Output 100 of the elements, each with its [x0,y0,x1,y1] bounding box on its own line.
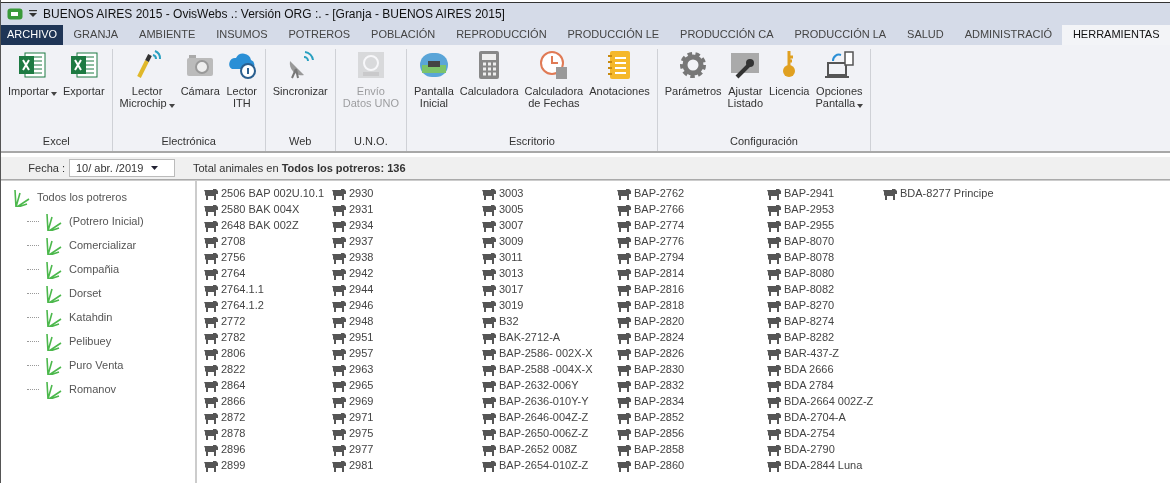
animal-item[interactable]: BAP-2955 [784,219,835,231]
animal-item[interactable]: 2878 [221,427,246,439]
animal-item[interactable]: 2764.1.1 [221,283,264,295]
animal-item[interactable]: 2648 BAK 002Z [221,219,299,231]
ribbon-button[interactable]: Opciones Pantalla [813,49,866,135]
ribbon-tab[interactable]: SALUD [896,25,955,45]
animal-item[interactable]: BAP-2953 [784,203,835,215]
animal-item[interactable]: BDA-8277 Principe [900,187,994,199]
tree-item[interactable]: (Potrero Inicial) [69,215,144,227]
date-dropdown[interactable]: 10/ abr. /2019 [69,159,175,177]
animal-item[interactable]: BAP-2650-006Z-Z [499,427,589,439]
animal-item[interactable]: 3017 [499,283,524,295]
ribbon-tab[interactable]: ADMINISTRACIÓ [954,25,1063,45]
animal-item[interactable]: BAP-8282 [784,331,835,343]
animal-item[interactable]: BAP-2830 [634,363,685,375]
ribbon-tab[interactable]: HERRAMIENTAS [1062,25,1170,45]
animal-item[interactable]: BAP-2774 [634,219,685,231]
animal-item[interactable]: 2963 [349,363,374,375]
animal-item[interactable]: 2942 [349,267,374,279]
animal-item[interactable]: 2782 [221,331,246,343]
animal-item[interactable]: 2930 [349,187,374,199]
animal-item[interactable]: 3005 [499,203,524,215]
animal-item[interactable]: 2934 [349,219,374,231]
animal-item[interactable]: 2896 [221,443,246,455]
animal-item[interactable]: 2866 [221,395,246,407]
animal-item[interactable]: BAP-2814 [634,267,685,279]
animal-item[interactable]: 2969 [349,395,374,407]
animal-item[interactable]: BAP-2858 [634,443,685,455]
ribbon-button[interactable]: Cámara [178,49,222,135]
animal-item[interactable]: BAP-2816 [634,283,685,295]
animal-item[interactable]: 3009 [499,235,524,247]
animal-item[interactable]: 2822 [221,363,246,375]
ribbon-button[interactable]: Anotaciones [587,49,652,135]
animal-item[interactable]: BAP-2818 [634,299,685,311]
ribbon-tab[interactable]: PRODUCCIÓN LE [557,25,670,45]
animal-item[interactable]: BAP-8078 [784,251,835,263]
tree-item[interactable]: Comercializar [69,239,137,251]
ribbon-tab[interactable]: PRODUCCIÓN CA [669,25,785,45]
animal-item[interactable]: 2772 [221,315,246,327]
animal-item[interactable]: BAP-2586- 002X-X [499,347,593,359]
animal-item[interactable]: 2872 [221,411,246,423]
animal-item[interactable]: BDA 2666 [784,363,834,375]
animal-item[interactable]: BAP-2834 [634,395,685,407]
animal-item[interactable]: BAP-8080 [784,267,835,279]
ribbon-button[interactable]: Parámetros [662,49,724,135]
animal-item[interactable]: BAP-2646-004Z-Z [499,411,589,423]
tree-item[interactable]: Katahdin [69,311,113,323]
animal-item[interactable]: 2806 [221,347,246,359]
ribbon-button[interactable]: Calculadora de Fechas [522,49,586,135]
animal-item[interactable]: 3007 [499,219,524,231]
animal-item[interactable]: BAP-2856 [634,427,685,439]
animal-item[interactable]: 3019 [499,299,524,311]
ribbon-tab[interactable]: POBLACIÓN [360,25,446,45]
ribbon-button[interactable]: Ajustar Listado [725,49,766,135]
animal-item[interactable]: 2951 [349,331,374,343]
animal-item[interactable]: 2946 [349,299,374,311]
ribbon-button[interactable]: Importar [6,49,59,135]
animal-item[interactable]: BAP-8274 [784,315,835,327]
animal-item[interactable]: 2971 [349,411,374,423]
animal-item[interactable]: BDA-2754 [784,427,835,439]
animal-item[interactable]: 2764 [221,267,246,279]
animal-item[interactable]: BAP-2852 [634,411,685,423]
animal-item[interactable]: 2981 [349,459,374,471]
animal-item[interactable]: 2937 [349,235,374,247]
ribbon-button[interactable]: Lector ITH [223,49,260,135]
animal-item[interactable]: BAP-2766 [634,203,685,215]
ribbon-button[interactable]: Calculadora [457,49,521,135]
animal-item[interactable]: 2965 [349,379,374,391]
animal-item[interactable]: BAP-2588 -004X-X [499,363,593,375]
animal-item[interactable]: BAP-2832 [634,379,685,391]
animal-item[interactable]: 2931 [349,203,374,215]
animal-item[interactable]: 3011 [499,251,523,263]
animal-item[interactable]: BDA-2704-A [784,411,846,423]
animal-item[interactable]: BDA-2664 002Z-Z [784,395,874,407]
ribbon-button[interactable]: Exportar [60,49,107,135]
animal-item[interactable]: BAP-2654-010Z-Z [499,459,589,471]
animal-item[interactable]: BDA 2784 [784,379,834,391]
animal-item[interactable]: 2506 BAP 002U.10.1 [221,187,325,199]
animal-item[interactable]: BAP-2636-010Y-Y [499,395,589,407]
animal-item[interactable]: BAP-2632-006Y [499,379,579,391]
animal-item[interactable]: 3013 [499,267,524,279]
animal-item[interactable]: 2864 [221,379,246,391]
animal-item[interactable]: BAP-8082 [784,283,835,295]
tree-item[interactable]: Compañia [69,263,120,275]
animal-item[interactable]: BAP-8070 [784,235,835,247]
tree-item[interactable]: Romanov [69,383,117,395]
animal-item[interactable]: BDA-2790 [784,443,835,455]
animal-item[interactable]: 2708 [221,235,246,247]
tree-item[interactable]: Todos los potreros [37,191,127,203]
ribbon-tab[interactable]: GRANJA [63,25,129,45]
animal-item[interactable]: 2580 BAK 004X [221,203,300,215]
animal-item[interactable]: BAP-2762 [634,187,685,199]
ribbon-tab[interactable]: ARCHIVO [1,25,64,45]
ribbon-tab[interactable]: AMBIENTE [128,25,206,45]
animal-item[interactable]: BAP-2820 [634,315,685,327]
tree-item[interactable]: Pelibuey [69,335,112,347]
animal-item[interactable]: BAK-2712-A [499,331,561,343]
tree-item[interactable]: Dorset [69,287,102,299]
ribbon-button[interactable]: Licencia [767,49,812,135]
animal-item[interactable]: 3003 [499,187,524,199]
